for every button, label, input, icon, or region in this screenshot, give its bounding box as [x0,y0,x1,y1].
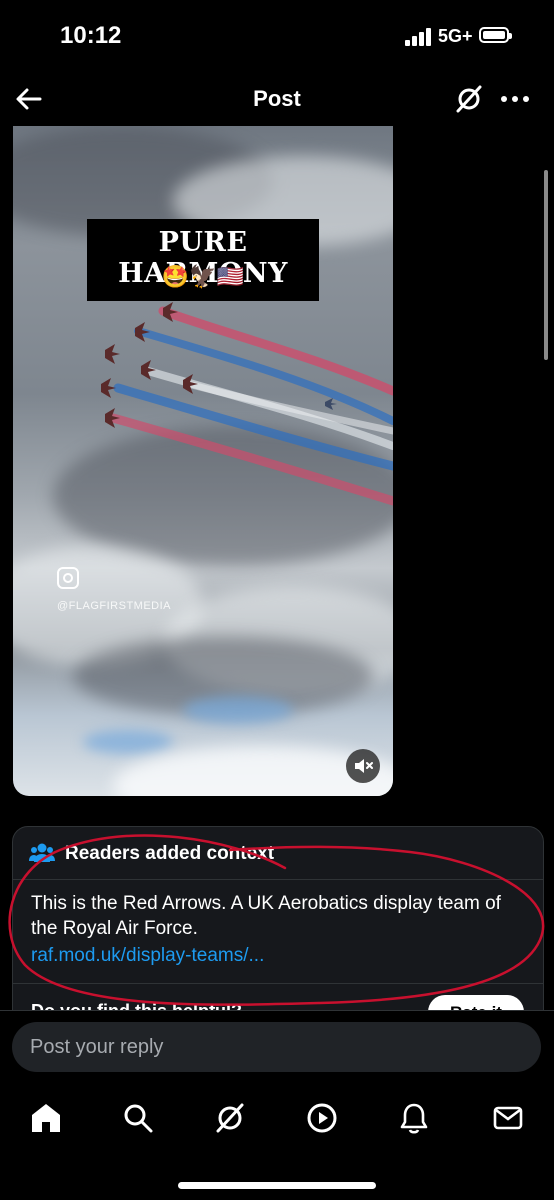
battery-icon [479,27,512,43]
community-note-header: Readers added context [13,827,543,880]
status-time: 10:12 [60,22,122,49]
tab-grok[interactable] [212,1100,248,1136]
tab-search[interactable] [120,1100,156,1136]
grok-button[interactable] [454,84,484,114]
tab-notifications[interactable] [396,1100,432,1136]
divider [13,983,543,984]
tab-video[interactable] [304,1100,340,1136]
community-note-source-link[interactable]: raf.mod.uk/display-teams/... [31,945,264,967]
home-icon [32,1104,60,1132]
people-icon [29,843,55,862]
community-note-card: Readers added context This is the Red Ar… [12,826,544,1028]
blue-sky-patch [83,730,173,754]
caption-emoji: 🤩🦅🇺🇸 [161,264,245,289]
tab-messages[interactable] [490,1100,526,1136]
community-note-heading: Readers added context [65,843,275,864]
mute-button[interactable] [346,749,380,783]
bottom-tab-bar [0,1082,554,1200]
jet-formation-illustration [101,302,393,506]
messages-envelope-icon [493,1106,523,1130]
grok-icon [216,1103,244,1133]
scrollbar[interactable] [544,170,548,360]
reply-bar [0,1010,554,1083]
home-indicator[interactable] [178,1182,376,1189]
network-type: 5G+ [438,26,473,46]
instagram-icon [57,567,79,589]
status-bar: 10:12 5G+ [0,0,554,70]
video-caption: PURE HARMONY 🤩🦅🇺🇸 [87,219,319,301]
more-options-button[interactable] [498,84,532,114]
cellular-signal-icon [405,28,435,46]
reply-input[interactable] [12,1022,541,1072]
post-video[interactable]: PURE HARMONY 🤩🦅🇺🇸 @FLAGFIRSTMEDIA [13,126,393,796]
community-note-text: This is the Red Arrows. A UK Aerobatics … [31,893,501,939]
search-icon [124,1104,153,1133]
more-horizontal-icon [501,96,529,102]
tab-home[interactable] [28,1100,64,1136]
top-nav: Post [0,72,554,126]
blue-sky-patch [183,696,293,724]
grok-icon [456,85,482,113]
video-watermark: @FLAGFIRSTMEDIA [57,600,172,612]
notifications-bell-icon [400,1103,428,1134]
volume-muted-icon [355,759,373,773]
video-icon [307,1103,337,1133]
